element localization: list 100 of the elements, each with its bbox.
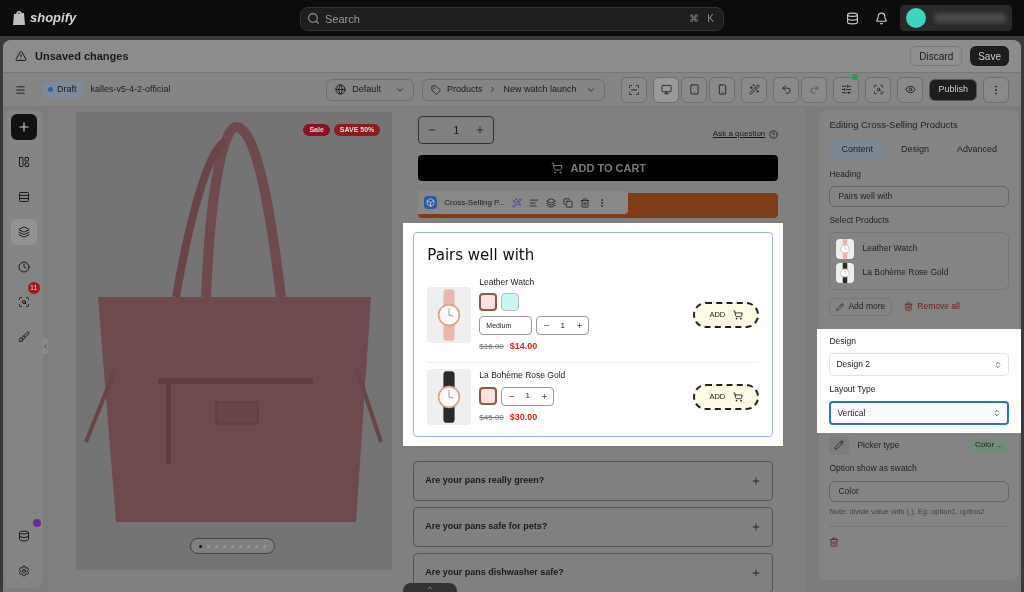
expand-tab[interactable] (403, 583, 458, 592)
layers-icon[interactable] (546, 197, 557, 208)
shortcut-key: K (707, 11, 714, 26)
align-icon[interactable] (529, 197, 540, 208)
chevrons-icon (994, 360, 1002, 369)
color-swatch[interactable] (479, 293, 498, 312)
shortcut-key: ⌘ (689, 11, 700, 26)
field-label: Heading (829, 168, 863, 181)
page-select[interactable]: Products New watch launch (421, 78, 606, 101)
save-button[interactable]: Save (970, 46, 1009, 66)
trash-icon (904, 302, 914, 311)
delete-icon[interactable] (580, 197, 591, 208)
add-more-button[interactable]: Add more (829, 297, 893, 316)
panel-tab[interactable]: Content (829, 140, 885, 159)
field-label: Layout Type (829, 383, 877, 396)
chevrons-icon (993, 409, 1001, 417)
plus-icon (540, 392, 548, 400)
heading-field[interactable]: Pairs well with (829, 185, 1009, 207)
eye-icon (904, 84, 916, 95)
database-icon (17, 530, 30, 542)
redo-icon (808, 84, 820, 95)
mobile-button[interactable] (709, 76, 736, 103)
field-label: Option show as swatch (829, 462, 918, 475)
compare-price: $16.00 (479, 341, 504, 353)
quantity-stepper[interactable]: 1 (418, 116, 495, 144)
layout-select[interactable]: Vertical (829, 401, 1009, 425)
bell-icon[interactable] (875, 11, 888, 25)
product-name: Leather Watch (862, 242, 918, 255)
preview-button[interactable] (897, 76, 924, 103)
delete-icon[interactable] (829, 537, 840, 547)
draft-badge: Draft (42, 81, 83, 98)
cube-icon (424, 196, 438, 209)
undo-button[interactable] (773, 76, 800, 103)
sliders-icon (840, 84, 852, 95)
theme-name: kalles-v5-4-2-official (90, 82, 171, 96)
warning-icon (15, 50, 27, 62)
brush-icon (17, 331, 30, 343)
desktop-icon (660, 84, 672, 95)
pencil-icon (836, 302, 845, 311)
color-swatch[interactable] (501, 293, 520, 312)
tablet-button[interactable] (681, 76, 708, 103)
product-name: La Bohème Rose Gold (862, 266, 949, 279)
quantity-stepper[interactable]: 1 (536, 316, 590, 336)
search-icon (307, 12, 320, 25)
product-name: La Bohème Rose Gold (479, 369, 567, 382)
scan-search-button[interactable] (865, 76, 892, 103)
panel-tab[interactable]: Advanced (944, 140, 1009, 159)
picker-badge: Color ... (969, 438, 1009, 452)
plus-icon (475, 125, 486, 135)
layers-tab[interactable] (10, 219, 37, 245)
logo-text: shopify (30, 9, 77, 28)
language-select[interactable]: Default (326, 78, 414, 101)
plus-icon[interactable] (751, 476, 762, 486)
panel-tab[interactable]: Design (888, 140, 941, 159)
faq-question[interactable]: Are your pans dishwasher safe? (425, 566, 564, 580)
product-name: Leather Watch (479, 275, 536, 289)
panel-title: Editing Cross-Selling Products (828, 118, 959, 132)
add-button[interactable] (10, 114, 37, 140)
clock-icon (17, 261, 30, 273)
layers-icon (17, 226, 30, 238)
faq-question[interactable]: Are your pans really green? (425, 474, 545, 488)
compare-price: $45.00 (479, 411, 504, 424)
quantity-stepper[interactable]: 1 (501, 386, 555, 406)
sale-price: $30.00 (509, 410, 538, 424)
plus-icon[interactable] (751, 522, 762, 532)
discard-button[interactable]: Discard (910, 46, 963, 66)
ask-question-link[interactable]: Ask a question (712, 128, 766, 140)
avatar[interactable] (900, 5, 1012, 31)
pencil-icon[interactable] (829, 435, 850, 455)
undo-icon (780, 84, 792, 95)
faq-question[interactable]: Are your pans safe for pets? (425, 520, 548, 534)
cart-icon (733, 391, 744, 402)
plus-icon[interactable] (751, 568, 762, 578)
scan-search-icon (872, 84, 884, 95)
swatch-field[interactable]: Color (829, 480, 1009, 502)
tag-icon (430, 84, 441, 95)
publish-button[interactable]: Publish (929, 78, 977, 101)
settings-button[interactable] (833, 76, 860, 103)
field-label: Select Products (829, 213, 890, 227)
mobile-icon (716, 84, 728, 95)
globe-icon (335, 84, 347, 95)
layout-icon (17, 156, 30, 168)
color-swatch[interactable] (479, 387, 498, 406)
magic-button[interactable] (741, 76, 768, 103)
design-select[interactable]: Design 2 (829, 353, 1009, 377)
remove-all-button[interactable]: Remove all (900, 297, 964, 316)
wand-icon (748, 84, 760, 95)
inspector-button[interactable] (621, 76, 648, 103)
chevron-left-icon (42, 342, 50, 350)
block-label: Cross-Selling P... (444, 196, 506, 209)
duplicate-icon[interactable] (563, 197, 574, 208)
settings-icon (17, 565, 30, 577)
wand-icon[interactable] (512, 197, 523, 208)
help-icon (769, 129, 779, 139)
desktop-button[interactable] (653, 76, 680, 103)
add-to-cart-button[interactable]: ADD TO CART (418, 155, 779, 181)
unsaved-title: Unsaved changes (35, 48, 129, 64)
database-icon[interactable] (846, 11, 859, 25)
cart-icon (550, 162, 563, 174)
sale-price: $14.00 (509, 340, 538, 354)
